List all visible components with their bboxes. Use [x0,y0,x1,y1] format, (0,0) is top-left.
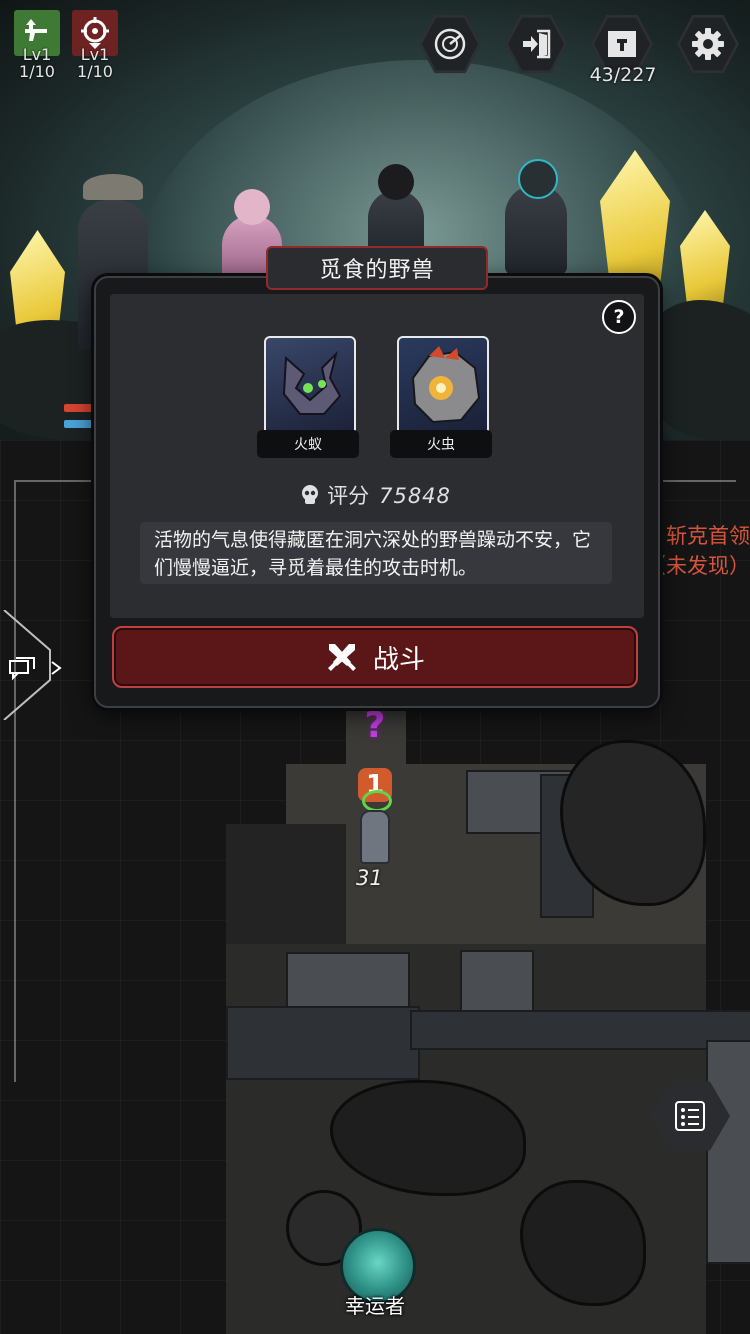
boss-hint-line1: 斩克首领 [666,524,750,548]
target-level: Lv1 1/10 [67,46,123,80]
target-level-progress: 1/10 [77,62,113,81]
enemy-portrait-fire-bug[interactable] [397,336,489,438]
encounter-title: 觅食的野兽 [266,246,488,290]
weapon-level-progress: 1/10 [19,62,55,81]
player-avatar [360,810,390,864]
encounter-score: 评分 75848 [0,480,750,510]
steps-counter: 31 [356,866,383,890]
hero-energy-bar [64,420,92,428]
score-value: 75848 [379,484,451,508]
fire-bug-portrait [411,346,481,424]
target-level-label: Lv1 [80,45,110,64]
fire-ant-portrait [282,350,342,415]
mystery-event-marker[interactable]: ? [358,704,392,746]
supply-crate-icon [608,31,636,57]
map-wall [706,1040,750,1264]
help-button[interactable]: ? [602,300,636,334]
chevron-right-icon [51,661,62,675]
encounter-description: 活物的气息使得藏匿在洞穴深处的野兽躁动不安，它们慢慢逼近，寻觅着最佳的攻击时机。 [140,522,612,584]
hero-health-bar [64,404,92,412]
map-room [226,824,346,944]
enemy-name-2: 火虫 [390,430,492,458]
lucky-label: 幸运者 [345,1294,405,1318]
gear-icon [692,28,724,60]
map-wall [410,1010,750,1050]
crossed-swords-icon [328,644,356,671]
score-label: 评分 [327,484,370,508]
fight-button[interactable]: 战斗 [112,626,638,688]
chat-icon [9,657,35,680]
weapon-level: Lv1 1/10 [9,46,65,80]
skull-icon [302,485,319,504]
inventory-count: 43/227 [589,64,657,86]
weapon-level-label: Lv1 [22,45,52,64]
fight-label: 战斗 [372,643,425,674]
checklist-icon [675,1101,705,1131]
boss-hint-line2: （未发现） [645,554,750,578]
enemy-name-1: 火蚁 [257,430,359,458]
map-wall [226,1006,420,1080]
chat-toggle-button[interactable] [0,609,62,721]
hero-masked [505,159,567,275]
exit-door-icon [523,29,551,59]
player-ring [362,790,392,812]
enemy-portrait-fire-ant[interactable] [264,336,356,438]
radar-icon [434,28,466,60]
